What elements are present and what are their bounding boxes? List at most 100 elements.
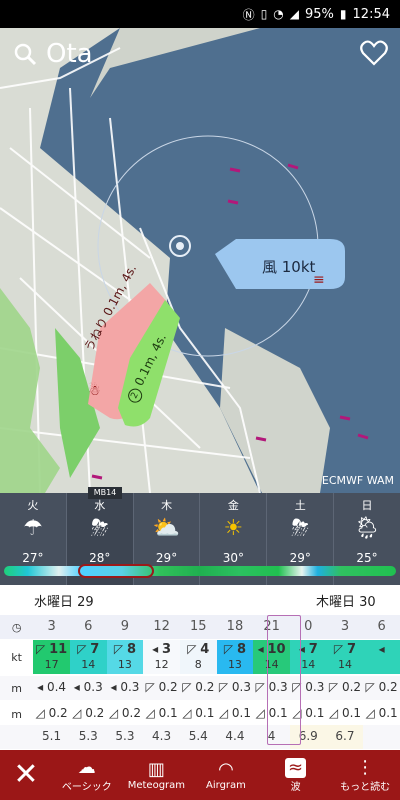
wind-cell[interactable]: ◂ 3 12 [143,640,180,674]
wind-arrow-icon: ◸ [333,642,344,656]
wave-arrow-icon: ◿ [35,706,45,720]
wind-arrow-icon: ◂ [257,642,264,656]
wave-arrow-icon: ◿ [145,706,155,720]
swell-arrow-icon: ◸ [255,680,265,694]
location-name[interactable]: Ota [46,39,93,69]
wave-cell[interactable]: ◿ 0.1 [180,702,217,726]
hour-cell[interactable]: 9 [107,615,144,639]
swell-value: 0.3 [305,680,325,694]
wind-gust: 14 [264,658,279,671]
period-cell[interactable] [363,725,400,749]
day-temp: 25° [356,551,378,565]
hour-cell[interactable]: 12 [143,615,180,639]
wave-cell[interactable]: ◿ 0.1 [290,702,327,726]
app-root: { "status_bar": { "battery": "95%", "tim… [0,0,400,800]
wind-speed: 10 [267,642,286,657]
swell-cell[interactable]: ◸ 0.3 [290,676,327,700]
wind-cell[interactable]: ◂ [363,640,400,674]
swell-cell[interactable]: ◸ 0.2 [327,676,364,700]
hour-cell[interactable]: 3 [33,615,70,639]
map-view[interactable]: 風 10kt ≡ うねり 0.1m, 4s. ☃ 2 0.1m, 4s. ECM… [0,28,400,493]
hour-cell[interactable]: 6 [70,615,107,639]
swell-cell[interactable]: ◸ 0.2 [180,676,217,700]
selected-range-indicator[interactable] [78,564,154,578]
nav-more[interactable]: ⋮ もっと読む [330,750,400,800]
wave-arrow-icon: ◿ [328,706,339,720]
period-cell[interactable]: 4.4 [217,725,254,749]
wind-cell[interactable]: ◸ 8 13 [106,640,144,674]
swell-cell[interactable]: ◸ 0.3 [253,676,290,700]
vibrate-icon: ▯ [260,7,268,21]
nav-label: Meteogram [127,779,186,791]
close-button[interactable]: ✕ [0,750,52,800]
period-cell[interactable]: 6.9 [289,725,327,749]
nav-basic[interactable]: ☁ ベーシック [52,750,122,800]
swell-cell[interactable]: ◸ 0.2 [363,676,400,700]
wave-value: 0.1 [341,706,362,720]
wind-speed: 7 [90,642,100,657]
wave-cell[interactable]: ◿ 0.2 [107,702,144,726]
swell-cell[interactable]: ◸ 0.3 [217,676,254,700]
wind-direction-icon: ≡ [313,272,325,288]
forecast-table: 水曜日 29 木曜日 30 ◷ 3 6 9 12 15 18 21 0 3 6 … [0,585,400,750]
hour-cell[interactable]: 21 [253,615,290,639]
sun-rain-icon: 🌦 [353,516,382,541]
period-cell[interactable]: 5.4 [180,725,217,749]
hour-cell[interactable]: 3 [327,615,364,639]
nfc-icon: Ⓝ [242,7,255,22]
wind-cell[interactable]: ◂ 10 14 [253,640,290,674]
period-cell[interactable]: 5.1 [33,725,70,749]
wind-arrow-icon: ◸ [113,642,124,656]
swell-cell[interactable]: ◂ 0.3 [70,676,107,700]
hour-cell[interactable]: 18 [217,615,254,639]
wave-cell[interactable]: ◿ 0.2 [70,702,107,726]
wave-cell[interactable]: ◿ 0.1 [143,702,180,726]
wind-cell[interactable]: ◸ 8 13 [216,640,254,674]
wave-arrow-icon: ◿ [218,706,229,720]
search-icon[interactable] [12,41,38,67]
nav-meteogram[interactable]: ▥ Meteogram [122,750,192,800]
battery-icon: ▮ [339,7,347,21]
wave-cell[interactable]: ◿ 0.1 [327,702,364,726]
wind-gust: 13 [117,658,132,671]
swell-value: 0.4 [46,680,67,694]
wind-cell[interactable]: ◸ 11 17 [33,640,70,674]
period-cell[interactable]: 5.3 [107,725,144,749]
hour-cell[interactable]: 6 [363,615,400,639]
wind-bubble-label[interactable]: 風 10kt [262,256,315,277]
wave-cell[interactable]: ◿ 0.1 [363,702,400,726]
swell-arrow-icon: ◂ [110,680,117,694]
day-label: 水 [94,499,106,512]
wind-cell[interactable]: ◂ 7 14 [289,640,327,674]
period-row-head [0,725,33,749]
swell-cell[interactable]: ◂ 0.4 [33,676,70,700]
nav-waves[interactable]: ≈ 波 [261,750,331,800]
wave-cell[interactable]: ◿ 0.2 [33,702,70,726]
period-cell[interactable]: 4.3 [143,725,180,749]
period-cell[interactable]: 4 [253,725,290,749]
wind-cell[interactable]: ◸ 48 [179,640,217,674]
swell-arrow-icon: ◂ [73,680,80,694]
precipitation-bar[interactable] [4,566,396,576]
wind-gust: 13 [227,658,242,671]
wave-cell[interactable]: ◿ 0.1 [217,702,254,726]
day-temp: 30° [222,551,245,565]
wind-cell[interactable]: ◸ 7 14 [326,640,364,674]
wind-cell[interactable]: ◸ 7 14 [69,640,107,674]
day-label: 土 [294,499,306,512]
hour-cell[interactable]: 0 [290,615,327,639]
swell-cell[interactable]: ◸ 0.2 [143,676,180,700]
swell-cell[interactable]: ◂ 0.3 [107,676,144,700]
nav-airgram[interactable]: ◠ Airgram [191,750,261,800]
wave-cell[interactable]: ◿ 0.1 [253,702,290,726]
swell-value: 0.3 [268,680,288,694]
map-credit: ECMWF WAM [321,474,394,487]
swell-arrow-icon: ◸ [328,680,339,694]
hour-cell[interactable]: 15 [180,615,217,639]
date-right: 木曜日 30 [316,595,376,610]
bottom-nav: ✕ ☁ ベーシック ▥ Meteogram ◠ Airgram ≈ 波 ⋮ もっ… [0,750,400,800]
period-cell[interactable]: 6.7 [326,725,364,749]
close-icon: ✕ [13,757,39,792]
search-bar[interactable]: Ota [0,28,400,80]
period-cell[interactable]: 5.3 [70,725,107,749]
